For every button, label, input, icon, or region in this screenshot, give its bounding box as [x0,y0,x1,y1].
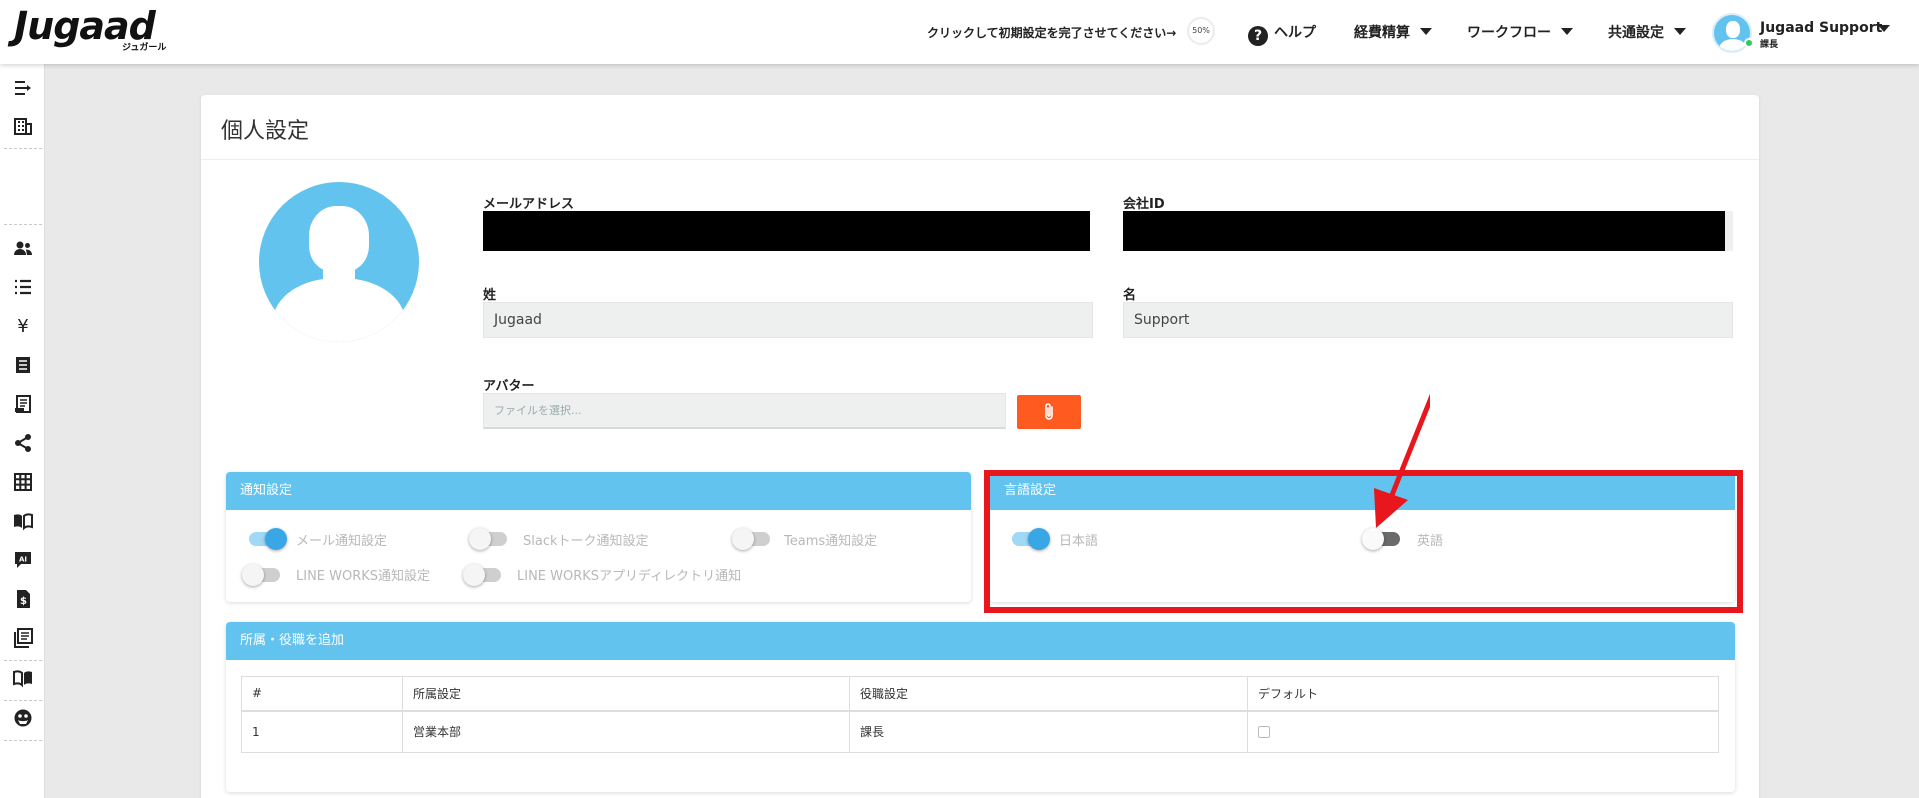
common-settings-label: 共通設定 [1608,25,1664,41]
logo-subtext: ジュガール [122,43,167,53]
sidebar: ¥ AI $ [0,64,45,798]
cell-no: 1 [241,710,403,753]
toggle-label-lineworks: LINE WORKS通知設定 [296,569,431,584]
book-open-icon[interactable] [12,511,34,533]
company-id-field-edge [1725,211,1733,251]
affiliation-panel-title: 所属・役職を追加 [226,622,1735,660]
toggle-lineworks-notification[interactable] [242,564,280,586]
onboarding-progress: 50% [1187,17,1215,45]
users-icon[interactable] [12,238,34,260]
expense-label: 経費精算 [1354,25,1410,41]
workflow-label: ワークフロー [1467,25,1551,41]
paperclip-icon [1045,403,1053,420]
expense-menu[interactable]: 経費精算 [1354,22,1432,42]
sidebar-divider [4,740,42,741]
column-header-no: # [241,676,403,712]
grid-icon[interactable] [12,472,34,494]
page-title: 個人設定 [221,119,310,144]
chevron-down-icon [1420,28,1432,35]
help-link[interactable]: ? ヘルプ [1248,22,1316,46]
svg-text:$: $ [20,596,27,607]
toggle-email-notification[interactable] [249,528,287,550]
annotation-arrow [1374,393,1430,528]
manual-icon[interactable] [12,668,34,690]
sidebar-divider [4,700,42,701]
dollar-document-icon[interactable]: $ [12,589,34,611]
table-row[interactable]: 1 営業本部 課長 [241,710,1719,753]
toggle-label-lineworks-app: LINE WORKSアプリディレクトリ通知 [517,569,742,584]
share-icon[interactable] [12,433,34,455]
library-icon[interactable] [12,628,34,650]
default-checkbox[interactable] [1258,726,1270,739]
avatar-label: アバター [483,379,535,394]
column-header-position: 役職設定 [849,676,1248,712]
toggle-lineworks-app-directory[interactable] [463,564,501,586]
jugaad-logo[interactable]: Jugaad ジュガール [14,6,174,56]
avatar-file-input[interactable]: ファイルを選択... [483,393,1006,429]
user-role: 課長 [1760,40,1779,50]
online-status-icon [1744,38,1754,48]
invoice-icon[interactable] [12,394,34,416]
support-icon[interactable] [12,708,34,730]
top-header: Jugaad ジュガール クリックして初期設定を完了させてください→ 50% ?… [0,0,1919,64]
workflow-menu[interactable]: ワークフロー [1467,22,1573,42]
profile-avatar [259,182,419,342]
list-icon[interactable] [12,277,34,299]
user-menu-chevron-icon[interactable] [1878,25,1890,32]
chevron-down-icon [1674,28,1686,35]
receipt-icon[interactable] [12,355,34,377]
affiliation-table: # 所属設定 役職設定 デフォルト 1 営業本部 課長 [241,676,1719,753]
toggle-label-teams: Teams通知設定 [784,534,878,549]
user-name[interactable]: Jugaad Support [1760,20,1882,36]
help-label: ヘルプ [1274,25,1316,41]
chevron-down-icon [1561,28,1573,35]
last-name-label: 姓 [483,288,497,303]
cell-department[interactable]: 営業本部 [402,710,850,753]
sidebar-divider [4,224,42,225]
highlight-box [984,470,1743,613]
company-id-label: 会社ID [1123,197,1165,212]
title-divider [201,159,1759,160]
first-name-field[interactable]: Support [1123,302,1733,338]
email-label: メールアドレス [483,197,575,212]
ai-chat-icon[interactable]: AI [12,550,34,572]
yen-icon[interactable]: ¥ [12,316,34,338]
toggle-label-email: メール通知設定 [296,534,388,549]
sidebar-divider [4,148,42,149]
toggle-label-slack: Slackトーク通知設定 [523,534,649,549]
cell-position[interactable]: 課長 [849,710,1248,753]
toggle-slack-notification[interactable] [469,528,507,550]
first-name-label: 名 [1123,288,1137,303]
company-id-field-redacted[interactable] [1123,211,1725,251]
column-header-default: デフォルト [1247,676,1719,712]
indent-icon[interactable] [12,78,34,100]
cell-default [1247,710,1719,753]
notification-panel-title: 通知設定 [226,472,971,510]
toggle-teams-notification[interactable] [732,528,770,550]
common-settings-menu[interactable]: 共通設定 [1608,22,1686,42]
last-name-field[interactable]: Jugaad [483,302,1093,338]
svg-text:AI: AI [19,556,27,564]
sidebar-divider [4,660,42,661]
attach-file-button[interactable] [1017,395,1081,429]
column-header-department: 所属設定 [402,676,850,712]
help-icon: ? [1248,26,1268,46]
onboarding-link[interactable]: クリックして初期設定を完了させてください→ [927,24,1176,41]
email-field-redacted[interactable] [483,211,1090,251]
table-header-row: # 所属設定 役職設定 デフォルト [241,676,1719,712]
building-icon[interactable] [12,116,34,138]
